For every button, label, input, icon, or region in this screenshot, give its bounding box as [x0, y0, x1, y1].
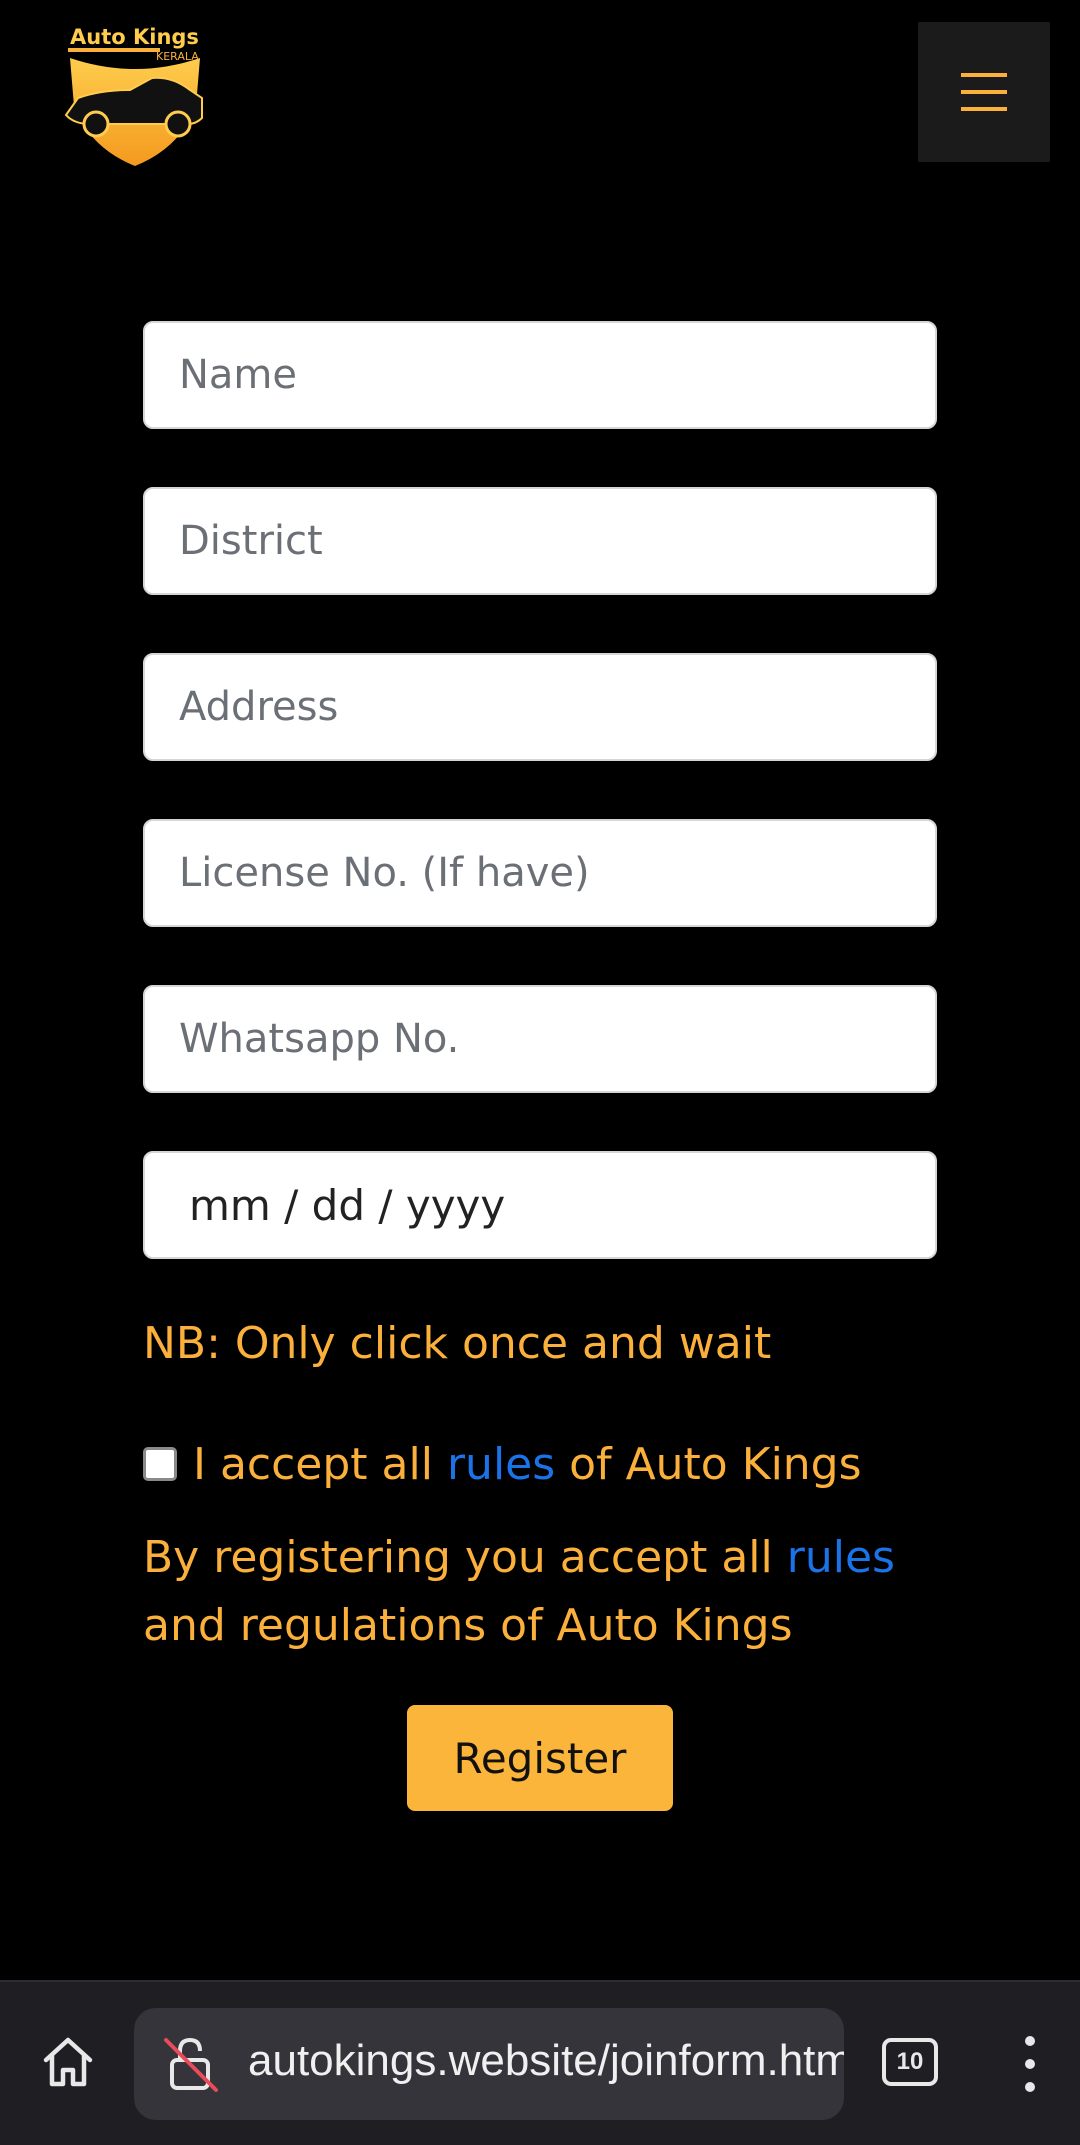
join-form: mm / dd / yyyy	[143, 321, 937, 1259]
accept-rules-checkbox[interactable]	[143, 1447, 177, 1481]
notice-text: NB: Only click once and wait	[143, 1318, 772, 1369]
insecure-lock-icon	[164, 2037, 218, 2092]
logo-title: Auto Kings	[70, 25, 199, 49]
url-text: autokings.website/joinform.html	[248, 2036, 844, 2085]
home-icon	[43, 2037, 93, 2087]
accept-rules-link[interactable]: rules	[447, 1439, 555, 1490]
district-input[interactable]	[143, 487, 937, 595]
accept-prefix: I accept all	[193, 1438, 433, 1490]
whatsapp-input[interactable]	[143, 985, 937, 1093]
date-of-birth-input[interactable]: mm / dd / yyyy	[143, 1151, 937, 1259]
home-button[interactable]	[38, 2032, 98, 2092]
terms-prefix: By registering you accept all	[143, 1532, 773, 1583]
license-input[interactable]	[143, 819, 937, 927]
car-shield-logo-icon: Auto Kings KERALA	[64, 25, 203, 166]
more-options-button[interactable]	[1010, 2032, 1050, 2096]
site-logo[interactable]: Auto Kings KERALA	[60, 20, 210, 170]
accept-rules-row: I accept all rules of Auto Kings	[143, 1432, 862, 1496]
logo-subtitle: KERALA	[156, 50, 199, 63]
menu-button[interactable]	[918, 22, 1050, 162]
accept-suffix: of Auto Kings	[569, 1438, 862, 1490]
address-input[interactable]	[143, 653, 937, 761]
terms-text: By registering you accept all rules and …	[143, 1524, 943, 1660]
terms-suffix: and regulations of Auto Kings	[143, 1600, 793, 1651]
more-options-icon	[1025, 2036, 1035, 2092]
register-button[interactable]: Register	[407, 1705, 673, 1811]
date-placeholder: mm / dd / yyyy	[189, 1180, 506, 1230]
terms-rules-link[interactable]: rules	[787, 1532, 895, 1583]
tabs-icon[interactable]: 10	[882, 2038, 938, 2086]
name-input[interactable]	[143, 321, 937, 429]
browser-toolbar: autokings.website/joinform.html 10	[0, 1980, 1080, 2145]
hamburger-menu-icon	[961, 73, 1007, 111]
address-bar[interactable]: autokings.website/joinform.html	[134, 2008, 844, 2120]
